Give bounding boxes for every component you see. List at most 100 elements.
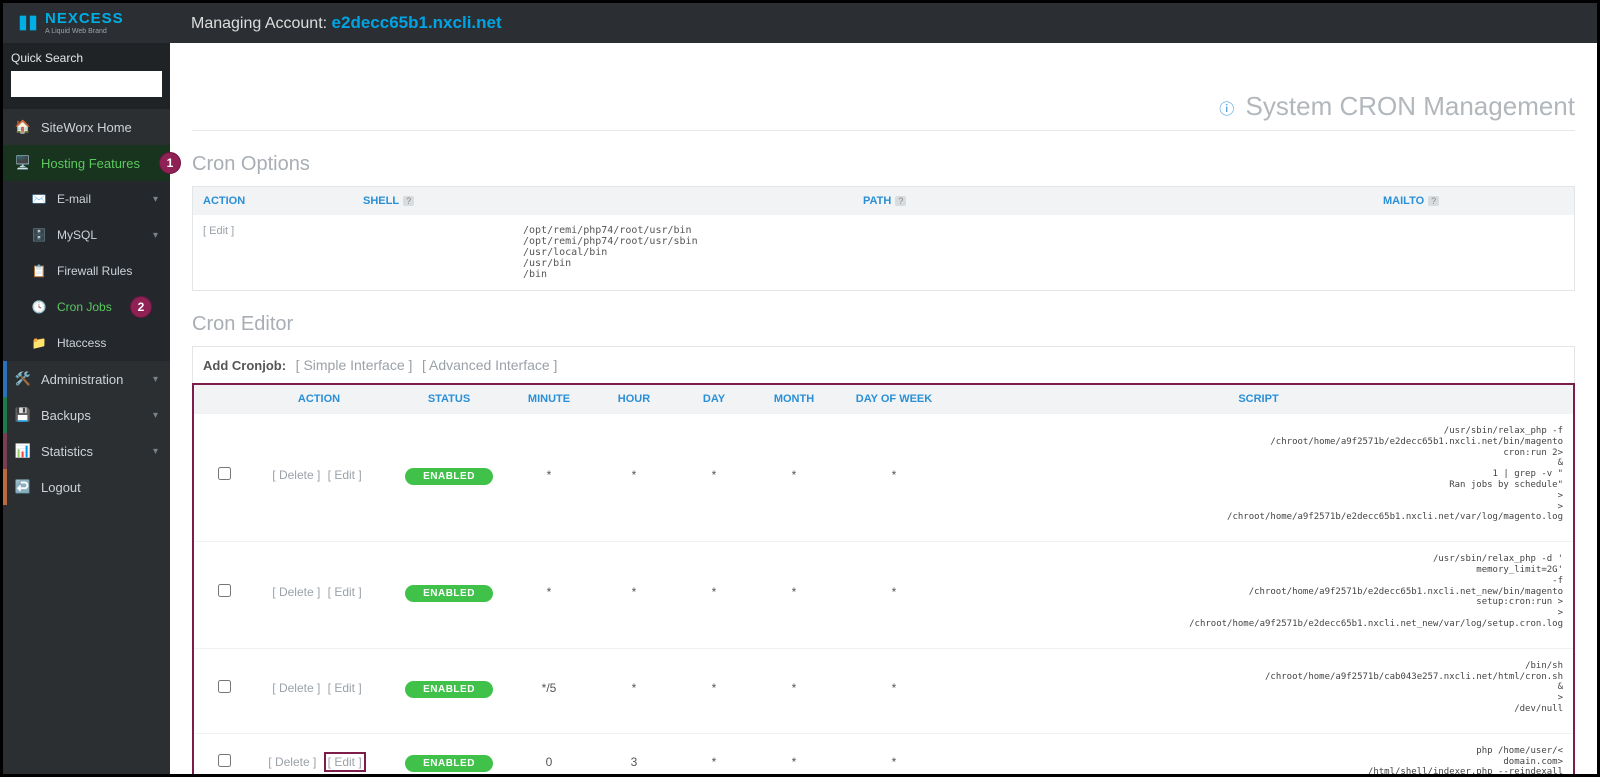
cell-hour: 3 [594,755,674,769]
cell-dow: * [834,585,954,599]
mail-icon: ✉️ [31,191,47,207]
chevron-down-icon: ▾ [153,410,158,421]
status-badge: ENABLED [405,755,493,772]
edit-options-link[interactable]: [ Edit ] [203,225,234,237]
status-badge: ENABLED [405,585,493,602]
chevron-down-icon: ▾ [153,194,158,205]
nav-statistics[interactable]: 📊 Statistics ▾ [3,433,170,469]
cron-options-heading: Cron Options [192,153,1575,176]
chevron-down-icon: ▾ [153,374,158,385]
edit-link-highlighted[interactable]: [ Edit ] [324,752,366,772]
nav-logout[interactable]: ↩️ Logout [3,469,170,505]
cell-minute: * [504,468,594,482]
col-path-header: PATH? [863,195,1383,207]
logout-icon: ↩️ [15,479,31,495]
quick-search-label: Quick Search [11,51,162,65]
advanced-interface-link[interactable]: [ Advanced Interface ] [422,357,557,373]
callout-badge-1: 1 [159,152,181,174]
shell-paths: /opt/remi/php74/root/usr/bin /opt/remi/p… [363,225,863,280]
delete-link[interactable]: [ Delete ] [272,585,320,599]
delete-link[interactable]: [ Delete ] [272,681,320,695]
col-status: STATUS [394,393,504,405]
help-badge[interactable]: ? [895,196,906,206]
cron-editor-heading: Cron Editor [192,313,1575,336]
edit-link[interactable]: [ Edit ] [328,681,362,695]
cell-day: * [674,585,754,599]
col-day: DAY [674,393,754,405]
nav-siteworx-home[interactable]: 🏠 SiteWorx Home [3,109,170,145]
firewall-icon: 📋 [31,263,47,279]
row-checkbox[interactable] [218,680,231,693]
cron-options-header: ACTION SHELL? PATH? MAILTO? [193,187,1574,215]
col-action: ACTION [244,393,394,405]
cron-row: [ Delete ] [ Edit ] ENABLED * * * * * /u… [194,413,1573,541]
col-dow: DAY OF WEEK [834,393,954,405]
nav-backups[interactable]: 💾 Backups ▾ [3,397,170,433]
add-cronjob-row: Add Cronjob: [ Simple Interface ] [ Adva… [192,346,1575,383]
cell-script: php /home/user/< domain.com> /html/shell… [954,746,1563,774]
cell-minute: 0 [504,755,594,769]
cell-day: * [674,468,754,482]
row-checkbox[interactable] [218,754,231,767]
edit-link[interactable]: [ Edit ] [328,585,362,599]
edit-link[interactable]: [ Edit ] [328,468,362,482]
nav-hosting-features[interactable]: 🖥️ Hosting Features 1 [3,145,170,181]
cell-day: * [674,681,754,695]
help-badge[interactable]: ? [1428,196,1439,206]
cell-minute: * [504,585,594,599]
nav-email[interactable]: ✉️ E-mail ▾ [3,181,170,217]
folder-icon: 📁 [31,335,47,351]
simple-interface-link[interactable]: [ Simple Interface ] [296,357,413,373]
row-checkbox[interactable] [218,467,231,480]
status-badge: ENABLED [405,468,493,485]
cell-hour: * [594,681,674,695]
brand-name: NEXCESS [45,11,124,26]
cron-row: [ Delete ] [ Edit ] ENABLED * * * * * /u… [194,541,1573,648]
delete-link[interactable]: [ Delete ] [272,468,320,482]
chevron-down-icon: ▾ [153,446,158,457]
callout-badge-2: 2 [130,296,152,318]
monitor-icon: 🖥️ [15,155,31,171]
chevron-down-icon: ▾ [153,230,158,241]
cell-dow: * [834,468,954,482]
nav-administration[interactable]: 🛠️ Administration ▾ [3,361,170,397]
managing-account: Managing Account: e2decc65b1.nxcli.net [191,13,502,33]
cell-hour: * [594,585,674,599]
nav-mysql[interactable]: 🗄️ MySQL ▾ [3,217,170,253]
col-shell-header: SHELL? [363,195,863,207]
cron-editor-panel: ACTION STATUS MINUTE HOUR DAY MONTH DAY … [192,383,1575,774]
cell-script: /bin/sh /chroot/home/a9f2571b/cab043e257… [954,661,1563,715]
delete-link[interactable]: [ Delete ] [268,755,316,769]
col-script: SCRIPT [954,393,1563,405]
sidebar: Quick Search 🏠 SiteWorx Home 🖥️ Hosting … [3,43,170,774]
brand-logo[interactable]: NEXCESS A Liquid Web Brand [17,11,167,35]
cell-month: * [754,681,834,695]
row-checkbox[interactable] [218,584,231,597]
tools-icon: 🛠️ [15,371,31,387]
cell-dow: * [834,681,954,695]
help-badge[interactable]: ? [403,196,414,206]
cell-day: * [674,755,754,769]
cell-script: /usr/sbin/relax_php -f /chroot/home/a9f2… [954,426,1563,523]
cell-minute: */5 [504,681,594,695]
col-mailto-header: MAILTO? [1383,195,1564,207]
nav-firewall[interactable]: 📋 Firewall Rules [3,253,170,289]
cron-options-panel: ACTION SHELL? PATH? MAILTO? [ Edit ] /op… [192,186,1575,291]
cron-editor-header-row: ACTION STATUS MINUTE HOUR DAY MONTH DAY … [194,385,1573,413]
page-title: ⓘ System CRON Management [192,61,1575,131]
col-minute: MINUTE [504,393,594,405]
nav-htaccess[interactable]: 📁 Htaccess [3,325,170,361]
cron-row: [ Delete ] [ Edit ] ENABLED */5 * * * * … [194,648,1573,733]
cell-month: * [754,468,834,482]
backup-icon: 💾 [15,407,31,423]
status-badge: ENABLED [405,681,493,698]
col-hour: HOUR [594,393,674,405]
cell-month: * [754,755,834,769]
help-icon[interactable]: ⓘ [1219,101,1234,118]
main-content: ⓘ System CRON Management Cron Options AC… [170,43,1597,774]
nav-cron-jobs[interactable]: 🕓 Cron Jobs 2 [3,289,170,325]
cell-script: /usr/sbin/relax_php -d ' memory_limit=2G… [954,554,1563,630]
col-action-header: ACTION [203,195,363,207]
quick-search-input[interactable] [11,71,162,97]
cron-row: [ Delete ] [ Edit ] ENABLED 0 3 * * * ph… [194,733,1573,774]
